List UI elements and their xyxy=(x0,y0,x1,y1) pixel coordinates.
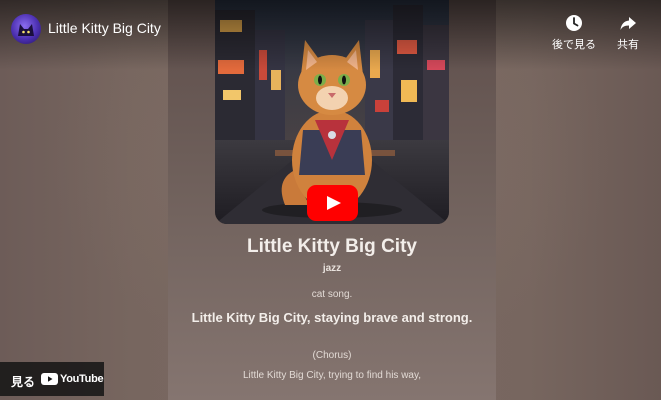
share-label: 共有 xyxy=(617,39,639,51)
watch-label: 見る xyxy=(11,375,36,389)
watch-later-button[interactable]: 後で見る xyxy=(549,14,599,52)
channel-avatar[interactable] xyxy=(11,14,41,44)
lyric-line: cat song. xyxy=(311,289,353,300)
lyric-line: (Chorus) xyxy=(312,350,352,361)
share-arrow-icon xyxy=(620,17,636,30)
youtube-logo-icon xyxy=(41,373,58,385)
lyric-line-highlight: Little Kitty Big City, staying brave and… xyxy=(191,310,473,325)
watch-later-label: 後で見る xyxy=(552,39,596,51)
lyric-line: Little Kitty Big City, trying to find hi… xyxy=(242,370,422,381)
song-title: Little Kitty Big City xyxy=(247,236,417,257)
share-button[interactable]: 共有 xyxy=(603,14,653,52)
play-button[interactable] xyxy=(307,185,358,221)
watch-on-youtube-button[interactable]: 見る YouTube xyxy=(0,362,104,396)
youtube-wordmark: YouTube xyxy=(60,373,104,385)
avatar-cat-icon xyxy=(18,24,34,36)
video-title[interactable]: Little Kitty Big City xyxy=(48,20,161,36)
genre-label: jazz xyxy=(322,263,342,274)
clock-icon xyxy=(566,15,582,31)
